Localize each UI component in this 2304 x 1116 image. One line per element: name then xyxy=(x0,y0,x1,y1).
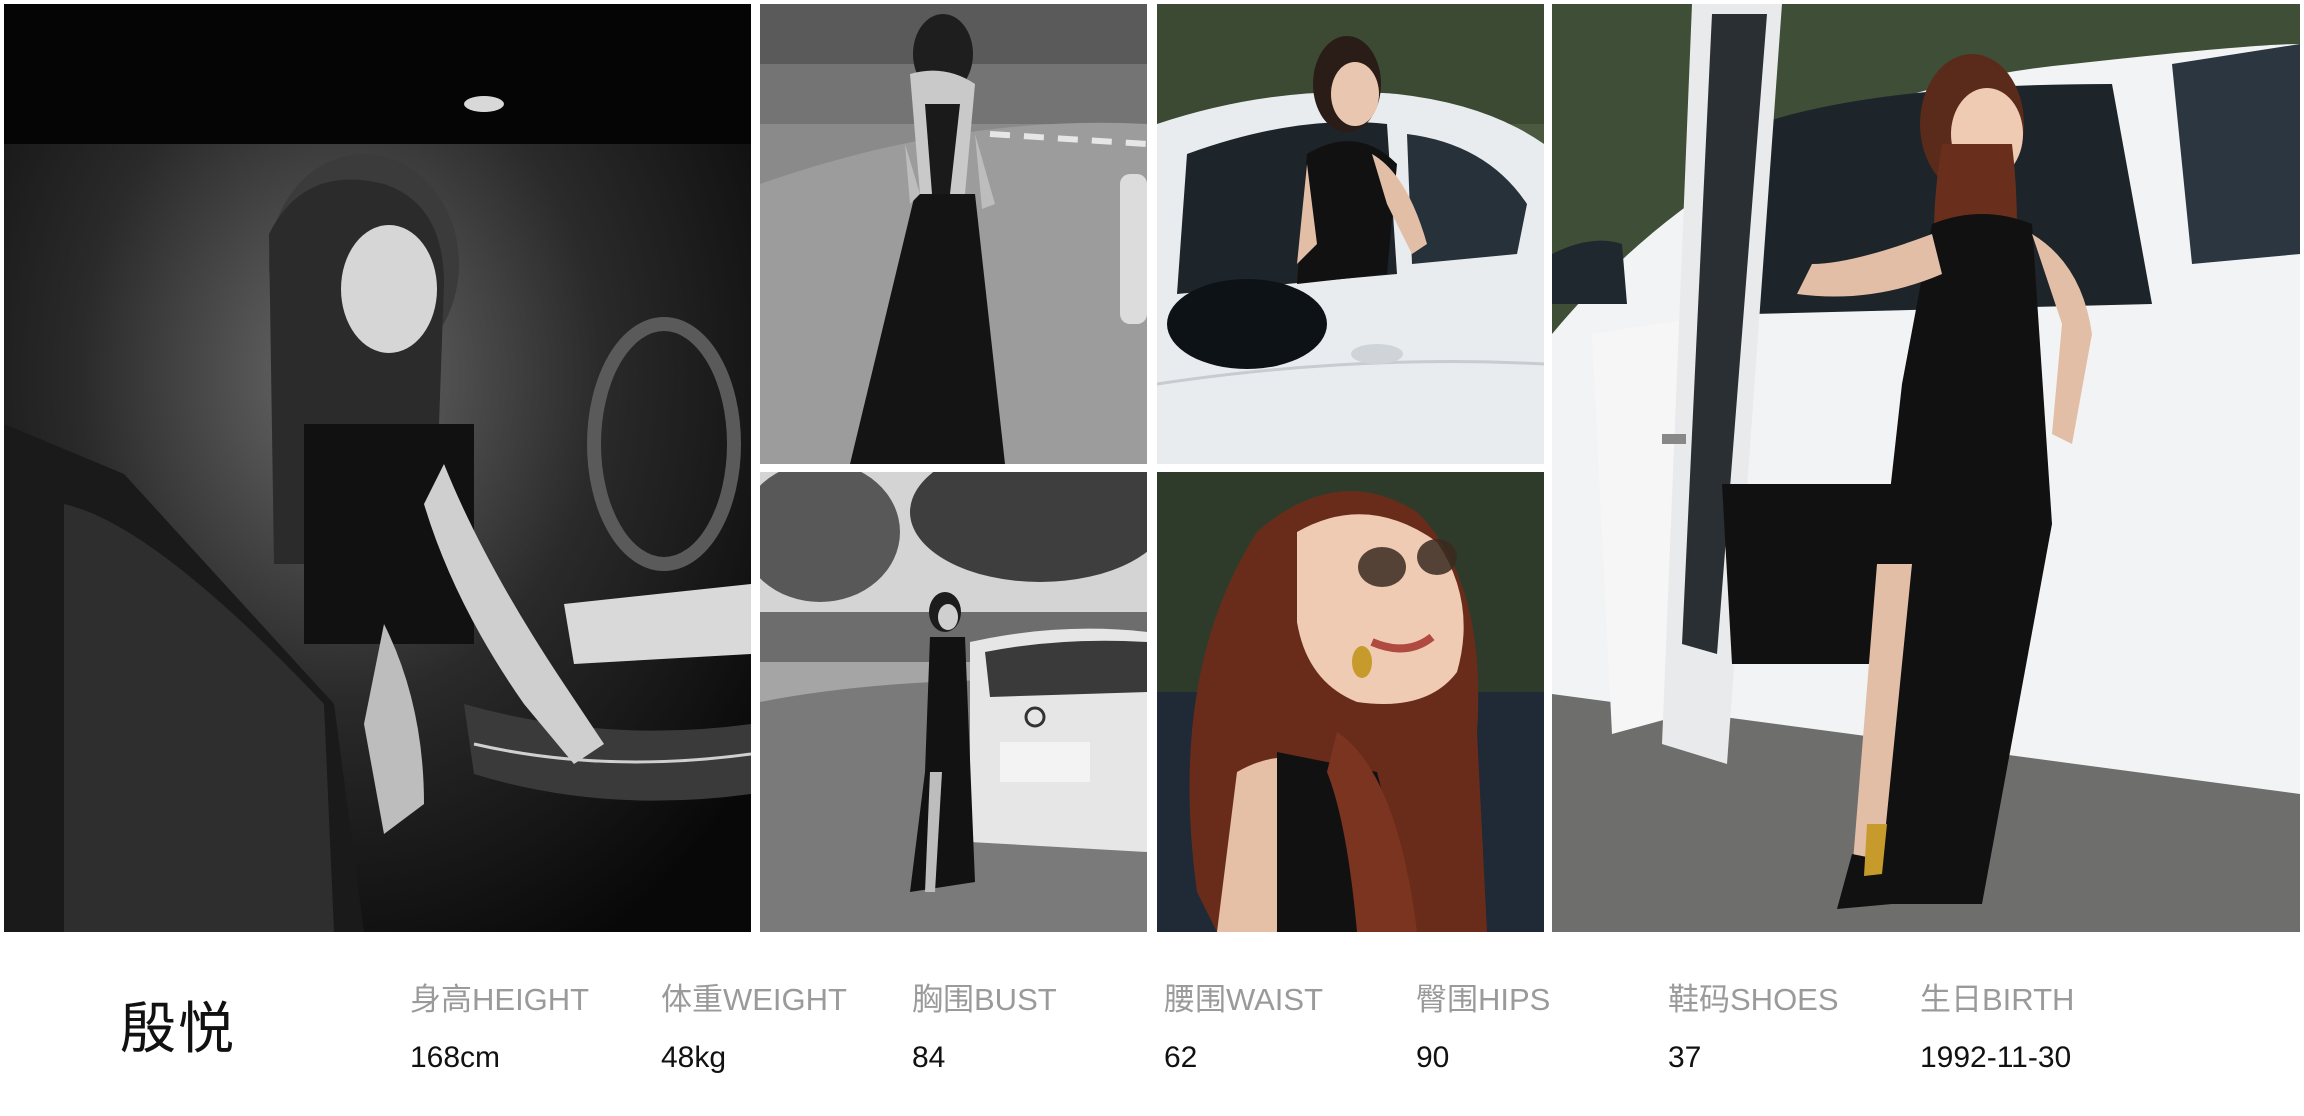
photo-bw-by-car[interactable] xyxy=(760,472,1147,932)
stat-label: 生日BIRTH xyxy=(1920,982,2075,1017)
photo-bw-car-interior[interactable] xyxy=(4,4,751,932)
stat-value: 90 xyxy=(1416,1041,1450,1074)
photo-sunglasses-portrait[interactable] xyxy=(1157,472,1544,932)
stat-birth: 生日BIRTH 1992-11-30 xyxy=(1920,974,2160,1075)
stat-value: 62 xyxy=(1164,1041,1198,1074)
model-info-bar: 殷悦 身高HEIGHT 168cm 体重WEIGHT 48kg 胸围BUST 8… xyxy=(0,932,2304,1116)
stat-height: 身高HEIGHT 168cm xyxy=(410,974,650,1075)
stat-value: 37 xyxy=(1668,1041,1702,1074)
stat-hips: 臀围HIPS 90 xyxy=(1416,974,1656,1075)
photo-car-window[interactable] xyxy=(1157,4,1544,464)
stat-label: 体重WEIGHT xyxy=(661,982,847,1017)
stat-value: 84 xyxy=(912,1041,946,1074)
model-name: 殷悦 xyxy=(120,997,236,1060)
photo-bw-back-view[interactable] xyxy=(760,4,1147,464)
stat-label: 鞋码SHOES xyxy=(1668,982,1839,1017)
stat-value: 48kg xyxy=(661,1041,727,1074)
stat-value: 168cm xyxy=(410,1041,501,1074)
model-card: 殷悦 身高HEIGHT 168cm 体重WEIGHT 48kg 胸围BUST 8… xyxy=(0,0,2304,1116)
stat-shoes: 鞋码SHOES 37 xyxy=(1668,974,1908,1075)
stat-label: 胸围BUST xyxy=(912,982,1057,1017)
stat-label: 臀围HIPS xyxy=(1416,982,1551,1017)
photo-car-door-standing[interactable] xyxy=(1552,4,2300,932)
stat-label: 腰围WAIST xyxy=(1164,982,1324,1017)
stat-weight: 体重WEIGHT 48kg xyxy=(661,974,901,1075)
stat-label: 身高HEIGHT xyxy=(410,982,590,1017)
stat-value: 1992-11-30 xyxy=(1920,1041,2072,1074)
stat-waist: 腰围WAIST 62 xyxy=(1164,974,1404,1075)
stat-bust: 胸围BUST 84 xyxy=(912,974,1152,1075)
